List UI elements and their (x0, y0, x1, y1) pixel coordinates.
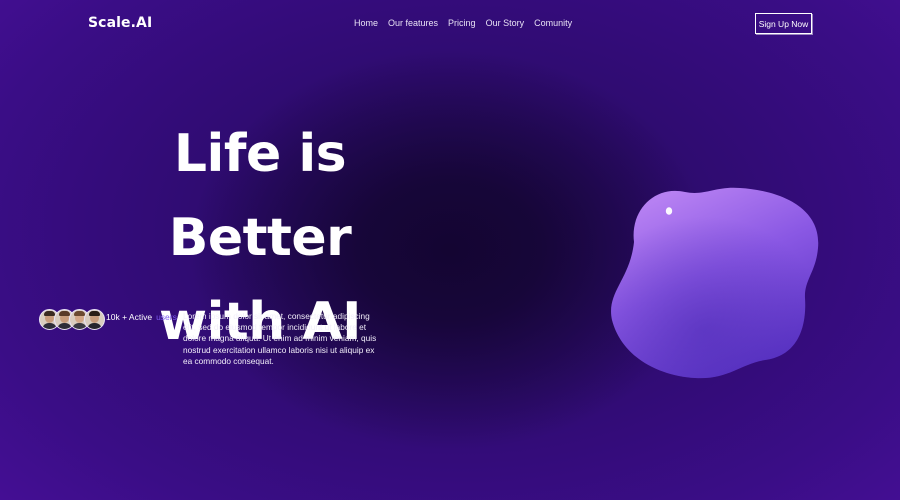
nav-menu: Home Our features Pricing Our Story Comu… (354, 18, 572, 28)
nav-link-home[interactable]: Home (354, 18, 378, 28)
nav-link-pricing[interactable]: Pricing (448, 18, 476, 28)
blob-shape (611, 187, 819, 379)
nav-link-our-features[interactable]: Our features (388, 18, 438, 28)
avatar (84, 309, 105, 330)
hero-title-line-1: Life is Better (168, 124, 352, 268)
avatar-group (39, 309, 105, 331)
active-users-count: 10k + Active users (106, 312, 177, 322)
nav-link-our-story[interactable]: Our Story (486, 18, 525, 28)
blob-highlight (665, 207, 673, 215)
navbar: Scale.AI Home Our features Pricing Our S… (0, 0, 900, 48)
sign-up-button[interactable]: Sign Up Now (755, 13, 812, 34)
ai-blob-illustration (600, 180, 830, 390)
active-users-accent: users (156, 312, 177, 322)
nav-link-community[interactable]: Comunity (534, 18, 572, 28)
logo[interactable]: Scale.AI (88, 15, 152, 31)
active-users-text: 10k + Active (106, 312, 153, 322)
hero-description: Lorem ipsum dolor sit amet, consectetur … (183, 311, 377, 366)
